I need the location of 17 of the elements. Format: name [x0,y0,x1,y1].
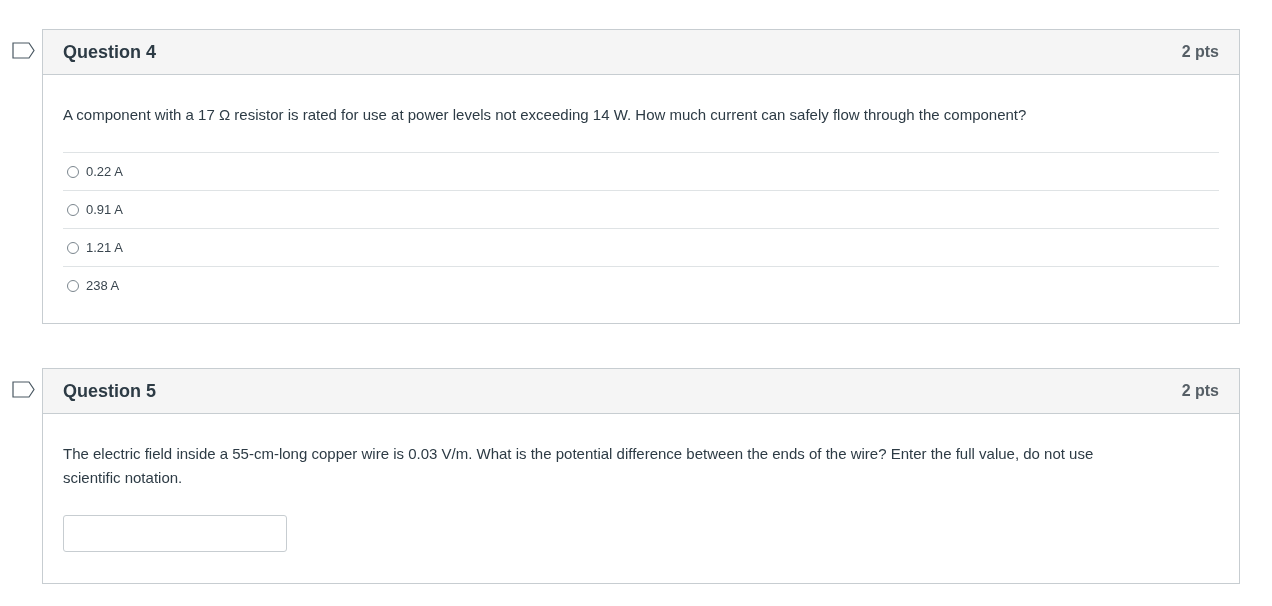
answer-field[interactable] [63,515,287,552]
answer-option[interactable]: 0.22 A [63,152,1219,190]
question-text: A component with a 17 Ω resistor is rated for use at power levels not exceeding 14 W. How much current can safely flow through the component? [63,105,1028,125]
question-text: The electric field inside a 55-cm-long copper wire is 0.03 V/m. What is the potential difference between the ends of the wire? Enter the full value, do not use scientific notation. [63,444,1095,488]
answer-option[interactable]: 238 A [63,266,1219,304]
question-title: Question 5 [63,380,156,402]
question-points: 2 pts [1181,43,1219,61]
question-points: 2 pts [1181,382,1219,400]
flag-icon[interactable] [12,42,35,59]
radio-icon[interactable] [67,241,79,254]
flag-icon[interactable] [12,381,35,398]
radio-icon[interactable] [67,165,79,178]
radio-icon[interactable] [67,279,79,292]
answer-option[interactable]: 0.91 A [63,190,1219,228]
answer-option[interactable]: 1.21 A [63,228,1219,266]
radio-icon[interactable] [67,203,79,216]
question-title: Question 4 [63,41,156,63]
